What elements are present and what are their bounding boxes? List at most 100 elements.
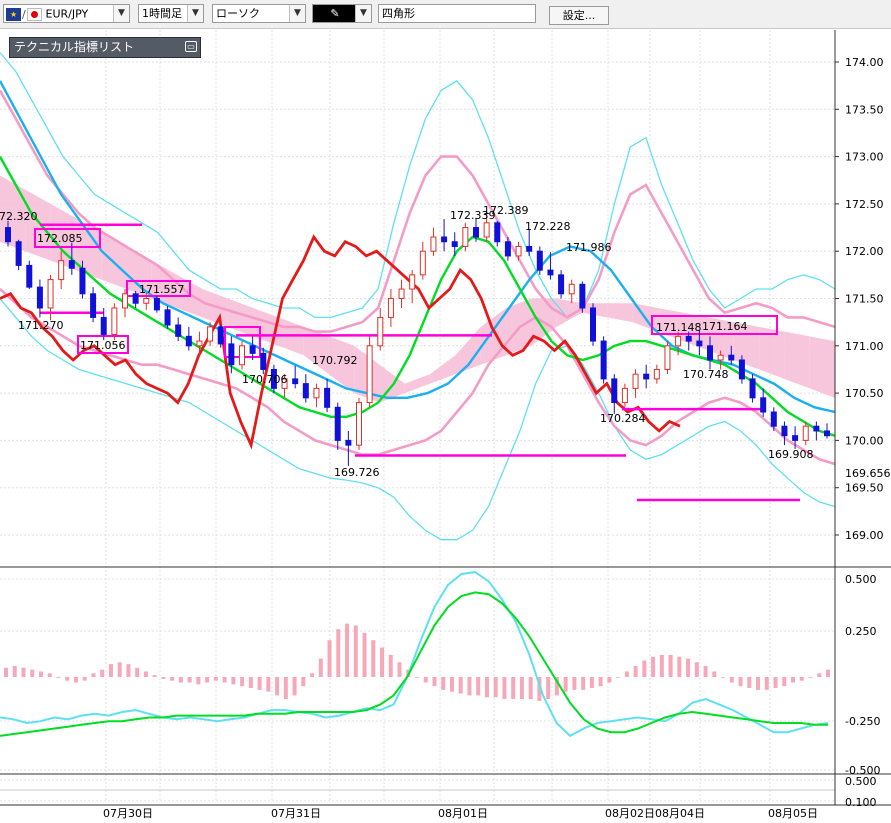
chevron-down-icon[interactable]: ▼ [355, 5, 371, 22]
chart-style-select[interactable]: ローソク ▼ [212, 4, 306, 23]
macd-histogram-bar [616, 677, 621, 678]
drawing-shape-field[interactable]: 四角形 [378, 4, 536, 23]
indicator-list-panel[interactable]: テクニカル指標リスト ▭ [9, 37, 201, 58]
y-axis-label: 172.50 [845, 198, 884, 211]
candle-bullish [462, 227, 469, 247]
candle-bullish [515, 245, 522, 257]
candle-bullish [419, 250, 426, 276]
price-annotation-label: 171.056 [80, 339, 126, 352]
macd-histogram-bar [266, 677, 271, 692]
macd-histogram-bar [397, 662, 402, 677]
macd-pane [0, 571, 830, 738]
macd-histogram-bar [143, 671, 148, 677]
macd-histogram-bar [624, 671, 629, 677]
macd-histogram-bar [423, 677, 428, 683]
macd-histogram-bar [380, 647, 385, 677]
candle-bearish [441, 236, 448, 243]
macd-signal-line [0, 591, 828, 737]
macd-histogram-bar [187, 677, 192, 683]
candle-bullish [664, 345, 671, 370]
candle-bearish [292, 378, 299, 385]
y-axis-label: 169.00 [845, 529, 884, 542]
macd-histogram-bar [712, 671, 717, 677]
candle-bearish [345, 439, 352, 446]
symbol-label: EUR/JPY [45, 7, 89, 21]
candle-bearish [600, 340, 607, 380]
macd-histogram-bar [283, 677, 288, 700]
price-annotation-label: 171.557 [139, 283, 185, 296]
candle-bullish [483, 222, 490, 238]
stochastic-y-axis-label: 0.100 [845, 796, 877, 809]
candle-bearish [728, 354, 735, 361]
macd-histogram-bar [65, 677, 70, 681]
candle-bearish [26, 264, 33, 288]
macd-histogram-bar [30, 669, 35, 677]
drawing-tool-select[interactable]: ✎ ▼ [312, 4, 372, 23]
price-annotation-label: 169.908 [768, 448, 814, 461]
price-annotation-label: 171.270 [18, 319, 64, 332]
x-axis-label: 07月31日 [271, 807, 321, 820]
macd-histogram-bar [47, 673, 52, 677]
y-axis-label: 169.50 [845, 482, 884, 495]
macd-y-axis-label: 0.500 [845, 573, 877, 586]
macd-histogram-bar [738, 677, 743, 687]
cloud-segment [809, 336, 835, 398]
macd-histogram-bar [458, 677, 463, 694]
macd-histogram-bar [108, 664, 113, 677]
macd-histogram-bar [222, 677, 227, 683]
x-axis-label: 07月30日 [103, 807, 153, 820]
chevron-down-icon[interactable]: ▼ [289, 5, 305, 22]
cloud-segment [607, 303, 633, 323]
macd-histogram-bar [170, 677, 175, 681]
y-axis-label: 172.00 [845, 245, 884, 258]
settings-button[interactable]: 設定... [549, 6, 609, 25]
candle-bearish [228, 343, 235, 366]
macd-histogram-bar [493, 677, 498, 698]
candle-bearish [494, 222, 501, 243]
macd-histogram-bar [73, 677, 78, 683]
macd-histogram-bar [353, 625, 358, 677]
candle-bullish [430, 236, 437, 252]
candle-bearish [579, 283, 586, 309]
candle-bearish [526, 245, 533, 252]
macd-histogram-bar [467, 677, 472, 696]
candle-bearish [334, 406, 341, 441]
y-axis-label: 173.50 [845, 103, 884, 116]
candle-bearish [792, 435, 799, 441]
macd-histogram-bar [415, 677, 419, 678]
symbol-select[interactable]: ★ / EUR/JPY ▼ [3, 4, 130, 23]
candle-bearish [707, 345, 713, 361]
timeframe-select[interactable]: 1時間足 ▼ [138, 4, 204, 23]
price-annotation-label: 169.726 [334, 466, 380, 479]
macd-histogram-bar [248, 677, 253, 689]
macd-y-axis-label: 0.250 [845, 625, 877, 638]
drawing-shape-label: 四角形 [382, 7, 415, 20]
candle-bullish [377, 316, 384, 347]
x-axis-label: 08月04日 [655, 807, 705, 820]
macd-histogram-bar [756, 677, 761, 690]
macd-histogram-bar [21, 667, 26, 677]
candle-bullish [207, 326, 214, 342]
chevron-down-icon[interactable]: ▼ [187, 5, 203, 22]
macd-histogram-bar [388, 654, 393, 677]
macd-histogram-bar [633, 665, 638, 677]
stochastic-y-axis-label: 0.500 [845, 775, 877, 788]
candle-bullish [568, 283, 575, 295]
minimize-icon[interactable]: ▭ [185, 41, 197, 52]
candle-bearish [760, 397, 767, 413]
candle-bearish [547, 269, 554, 276]
macd-line [0, 571, 829, 738]
chart-canvas[interactable]: 174.00 173.50 173.00 172.50 172.00 171.50 171.… [0, 28, 891, 823]
flag-icons: ★ / [6, 7, 42, 21]
macd-histogram-bar [213, 677, 218, 681]
candle-bearish [90, 293, 97, 318]
macd-histogram-bar [826, 669, 830, 677]
candle-bearish [68, 260, 75, 269]
macd-histogram-bar [598, 677, 603, 687]
macd-histogram-bar [205, 677, 210, 683]
cloud-segment [404, 374, 431, 394]
chevron-down-icon[interactable]: ▼ [113, 5, 129, 22]
cloud-segment [784, 331, 810, 389]
macd-histogram-bar [371, 640, 376, 677]
macd-histogram-bar [336, 629, 341, 677]
